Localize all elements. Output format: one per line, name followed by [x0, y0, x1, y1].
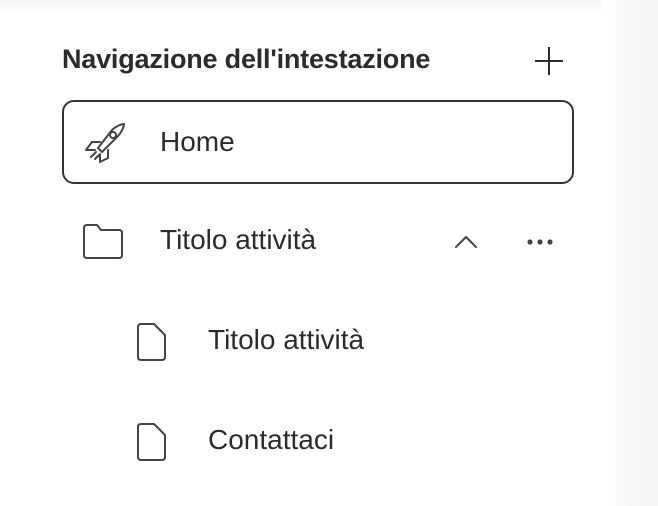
nav-item-home[interactable]: Home: [62, 100, 574, 184]
page-icon: [134, 422, 168, 462]
content-edge: [602, 0, 658, 506]
nav-item-titolo-attivita-page[interactable]: Titolo attività: [62, 300, 574, 384]
nav-item-label: Contattaci: [208, 424, 335, 455]
panel-title: Navigazione dell'intestazione: [62, 44, 431, 74]
top-edge: [0, 0, 658, 14]
chevron-up-icon: [455, 236, 477, 248]
rocket-icon: [82, 120, 128, 164]
nav-item-label: Titolo attività: [208, 324, 365, 355]
panel-header: Navigazione dell'intestazione: [62, 36, 574, 86]
collapse-button[interactable]: [448, 224, 484, 260]
folder-icon: [82, 222, 124, 260]
nav-item-label: Home: [160, 126, 235, 157]
more-horizontal-icon: [527, 239, 553, 245]
nav-item-titolo-attivita-folder[interactable]: Titolo attività: [62, 200, 574, 284]
nav-item-label: Titolo attività: [160, 224, 317, 255]
add-nav-item-button[interactable]: [530, 42, 568, 80]
header-navigation-panel: Navigazione dell'intestazione Home Titol…: [62, 36, 574, 461]
nav-item-contattaci[interactable]: Contattaci: [62, 400, 574, 484]
plus-icon: [535, 47, 563, 75]
more-options-button[interactable]: [522, 224, 558, 260]
page-icon: [134, 322, 168, 362]
